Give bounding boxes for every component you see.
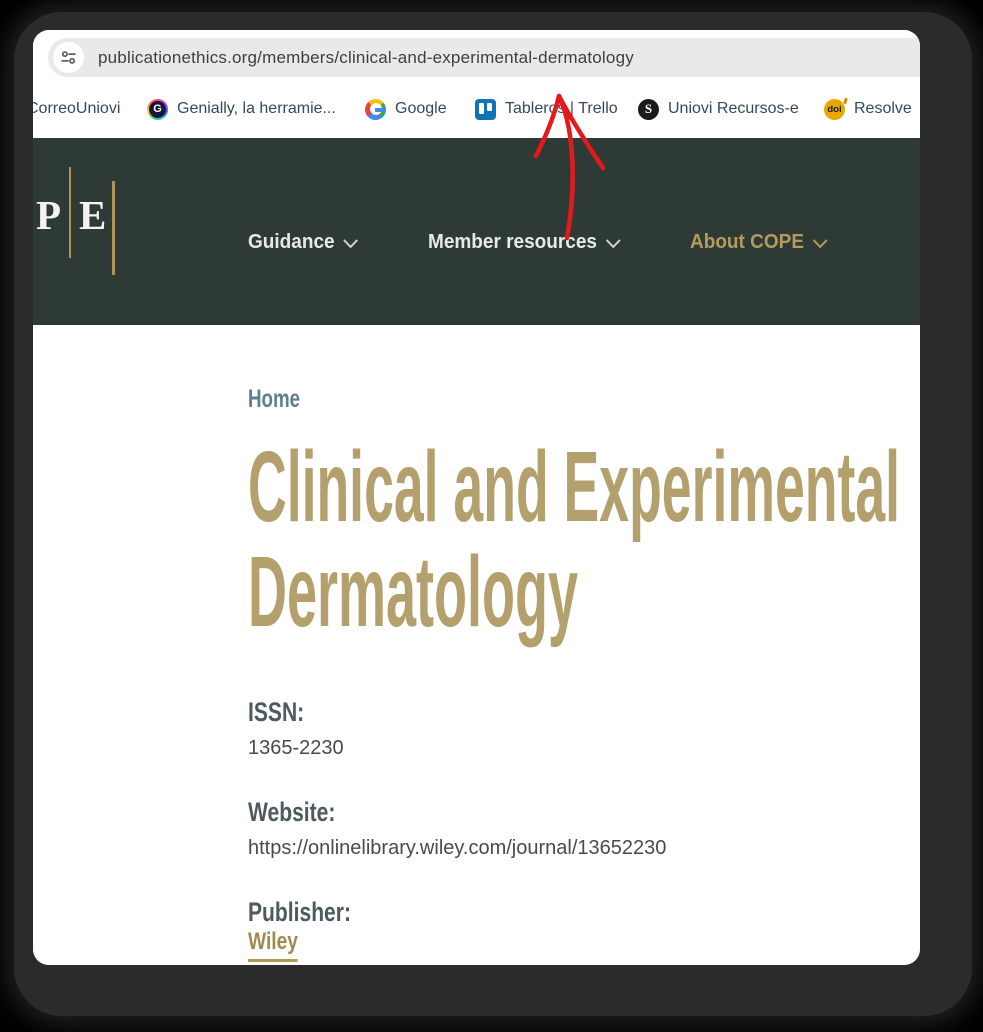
logo-letter-e: E bbox=[79, 192, 107, 238]
website-value: https://onlinelibrary.wiley.com/journal/… bbox=[248, 837, 667, 859]
bookmark-label: CorreoUniovi bbox=[33, 100, 121, 117]
logo-divider bbox=[112, 181, 115, 275]
bookmark-label: Resolve bbox=[854, 100, 912, 117]
doi-letter: doi bbox=[827, 103, 842, 115]
bookmark-doi-resolve[interactable]: doi Resolve bbox=[824, 80, 912, 138]
bookmarks-bar: CorreoUniovi G Genially, la herramie... … bbox=[33, 80, 920, 138]
issn-value: 1365-2230 bbox=[248, 737, 344, 759]
logo-divider bbox=[69, 167, 71, 258]
website-heading: Website: bbox=[248, 797, 336, 827]
bookmark-genially[interactable]: G Genially, la herramie... bbox=[147, 80, 336, 138]
nav-label: Member resources bbox=[428, 231, 597, 253]
site-header: P E Guidance Member resources About COPE bbox=[33, 138, 920, 325]
page-title-line2: Dermatology bbox=[248, 536, 578, 648]
bookmark-correouniovi[interactable]: CorreoUniovi bbox=[33, 80, 120, 138]
publisher-wiley-link[interactable]: Wiley bbox=[248, 930, 298, 962]
address-bar[interactable]: publicationethics.org/members/clinical-a… bbox=[48, 38, 920, 77]
google-icon bbox=[365, 98, 386, 120]
trello-icon bbox=[475, 98, 496, 120]
breadcrumb-home-link[interactable]: Home bbox=[248, 387, 300, 412]
bookmark-google[interactable]: Google bbox=[365, 80, 447, 138]
bookmark-label: Genially, la herramie... bbox=[177, 100, 336, 117]
page-title-line1: Clinical and Experimental bbox=[248, 436, 900, 543]
page-content: Home Clinical and Experimental Dermatolo… bbox=[33, 325, 920, 965]
genially-letter: G bbox=[149, 100, 166, 118]
url-text: publicationethics.org/members/clinical-a… bbox=[98, 47, 634, 67]
logo-letter-p: P bbox=[36, 192, 62, 238]
chevron-down-icon bbox=[605, 239, 621, 249]
chevron-down-icon bbox=[812, 239, 828, 249]
nav-guidance[interactable]: Guidance bbox=[248, 231, 359, 254]
bookmark-trello[interactable]: Tableros | Trello bbox=[475, 80, 618, 138]
bookmark-uniovi-recursos[interactable]: S Uniovi Recursos-e bbox=[638, 80, 799, 138]
genially-icon: G bbox=[147, 98, 168, 120]
chevron-down-icon bbox=[343, 239, 359, 249]
url-bar-strip: publicationethics.org/members/clinical-a… bbox=[33, 30, 920, 80]
issn-heading: ISSN: bbox=[248, 697, 305, 727]
site-settings-button[interactable] bbox=[53, 42, 84, 73]
page-title: Clinical and Experimental Dermatology bbox=[248, 436, 900, 648]
bookmark-label: Uniovi Recursos-e bbox=[668, 100, 799, 117]
tune-icon bbox=[61, 51, 76, 64]
uniovi-icon: S bbox=[638, 98, 659, 120]
nav-label: Guidance bbox=[248, 231, 335, 253]
nav-label: About COPE bbox=[690, 231, 804, 253]
nav-about-cope[interactable]: About COPE bbox=[690, 231, 828, 254]
bookmark-label: Google bbox=[395, 100, 447, 117]
nav-member-resources[interactable]: Member resources bbox=[428, 231, 621, 254]
doi-icon: doi bbox=[824, 97, 848, 120]
bookmark-label: Tableros | Trello bbox=[505, 100, 618, 117]
browser-window: publicationethics.org/members/clinical-a… bbox=[33, 30, 920, 965]
cope-logo[interactable]: P E bbox=[33, 138, 153, 325]
publisher-heading: Publisher: bbox=[248, 897, 351, 927]
